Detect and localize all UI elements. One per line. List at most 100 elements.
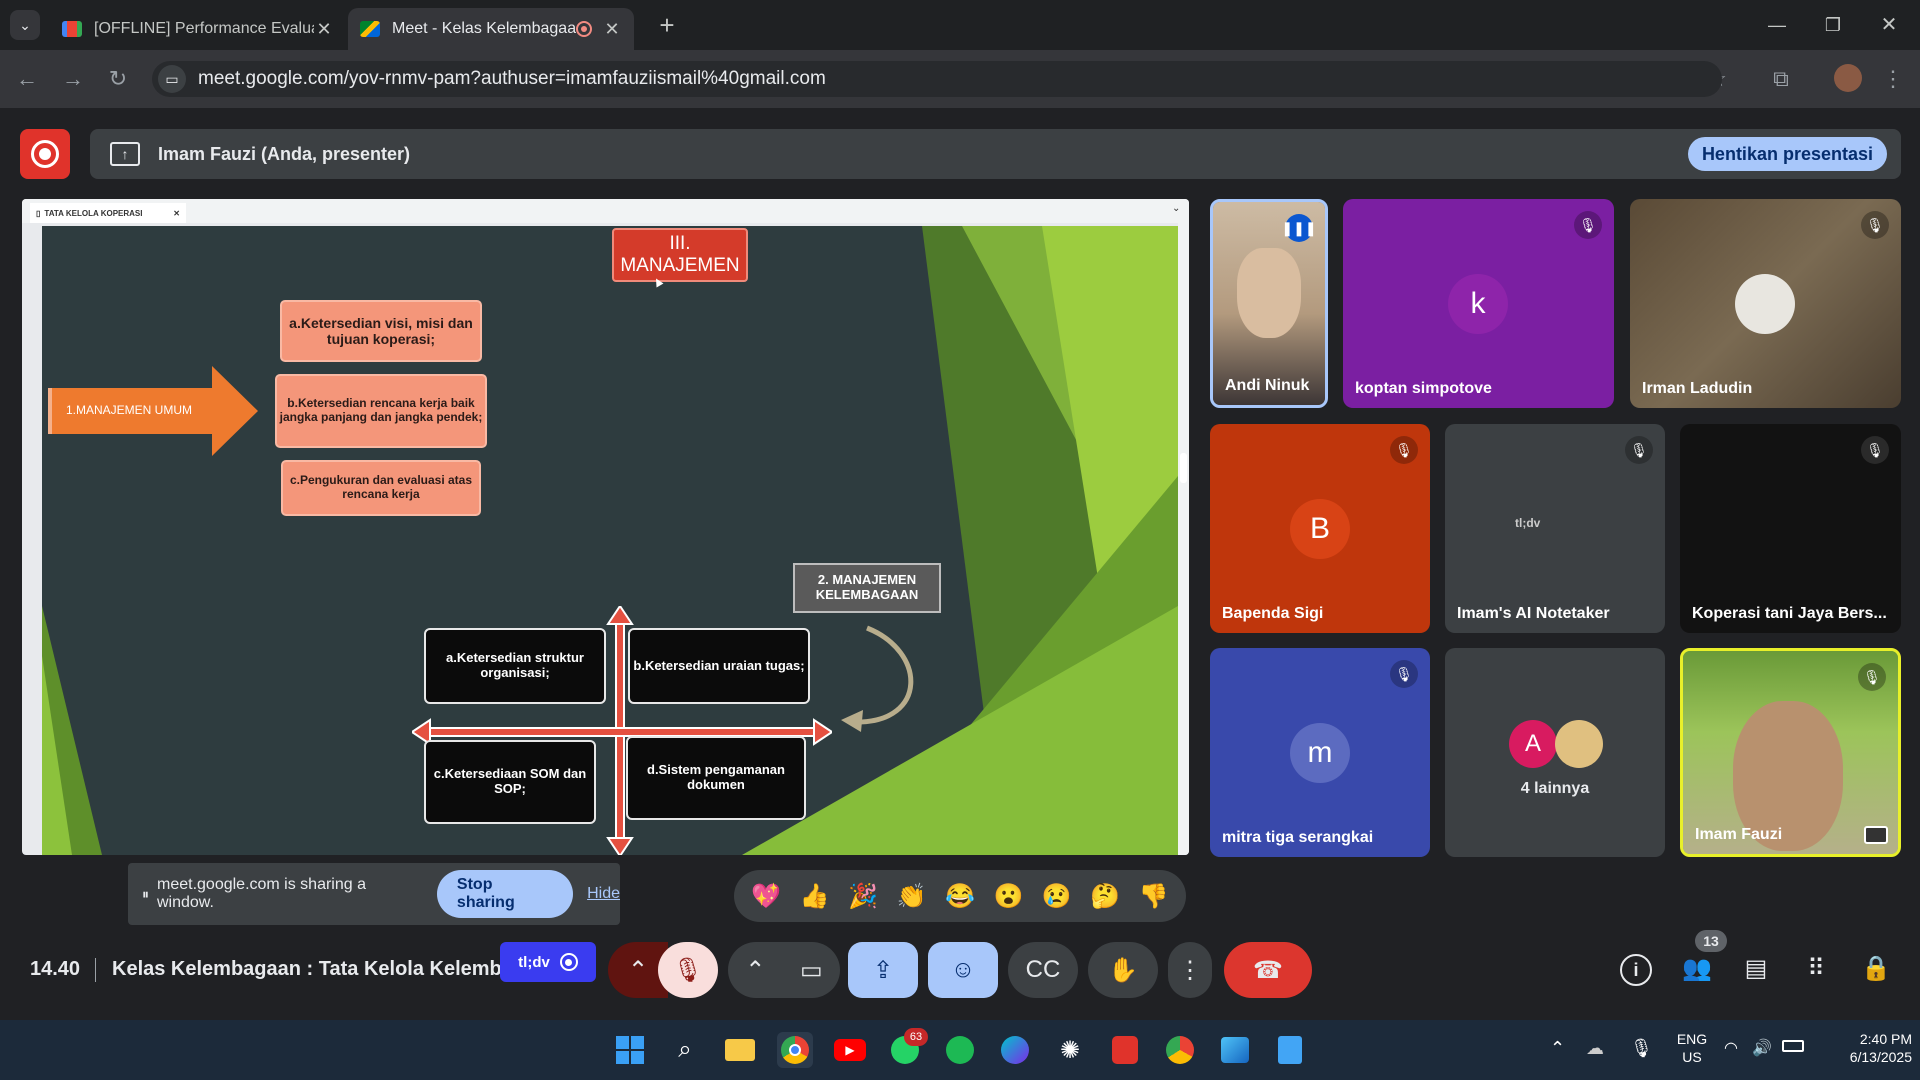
participant-tile[interactable]: 🎙 Imam Fauzi — [1680, 648, 1901, 857]
language-indicator[interactable]: ENG US — [1672, 1030, 1712, 1066]
meeting-info-button[interactable]: i — [1620, 954, 1652, 986]
close-icon[interactable]: ✕ — [314, 19, 334, 40]
slide-quad-a: a.Ketersedian struktur organisasi; — [424, 628, 606, 704]
start-icon[interactable] — [612, 1032, 648, 1068]
speaking-icon: ❚❚❚ — [1281, 214, 1317, 242]
tab-title: Meet - Kelas Kelembagaan — [392, 20, 576, 37]
close-icon[interactable]: ✕ — [602, 19, 622, 40]
restore-button[interactable]: ❐ — [1818, 10, 1848, 40]
tab-gmail[interactable]: [OFFLINE] Performance Evaluati ✕ — [50, 8, 346, 50]
search-icon[interactable]: ⌕ — [667, 1032, 703, 1068]
raise-hand-button[interactable]: ✋ — [1088, 942, 1158, 998]
participant-tile[interactable]: B 🎙 Bapenda Sigi — [1210, 424, 1430, 633]
reaction-laugh[interactable]: 😂 — [945, 882, 975, 911]
notepad-icon[interactable] — [1272, 1032, 1308, 1068]
mic-off-icon: 🎙 — [1858, 663, 1886, 691]
arrow-left-icon: ← — [16, 66, 38, 91]
participant-tile[interactable]: m 🎙 mitra tiga serangkai — [1210, 648, 1430, 857]
pip-icon[interactable] — [1864, 826, 1888, 844]
slide-scrollbar[interactable] — [1178, 223, 1189, 855]
onedrive-icon[interactable]: ☁ — [1586, 1038, 1604, 1059]
slide-title: III. MANAJEMEN — [612, 228, 748, 282]
stop-presenting-button[interactable]: Hentikan presentasi — [1687, 137, 1887, 171]
mic-off-icon: 🎙 — [1574, 211, 1602, 239]
reaction-party[interactable]: 🎉 — [848, 882, 878, 911]
arrow-right-icon: → — [62, 66, 84, 91]
youtube-icon[interactable]: ▶ — [832, 1032, 868, 1068]
system-clock[interactable]: 2:40 PM 6/13/2025 — [1812, 1030, 1912, 1066]
chrome-icon[interactable] — [777, 1032, 813, 1068]
meeting-clock: 14.40 — [30, 958, 81, 980]
participant-tile[interactable]: 🎙 Koperasi tani Jaya Bers... — [1680, 424, 1901, 633]
camera-icon: ▭ — [800, 956, 823, 984]
chat-button[interactable]: ▤ — [1740, 954, 1772, 986]
address-bar[interactable]: ▭ meet.google.com/yov-rnmv-pam?authuser=… — [152, 61, 1722, 97]
reaction-thumbs-up[interactable]: 👍 — [800, 882, 830, 911]
participant-tile[interactable]: tl;dv 🎙 Imam's AI Notetaker — [1445, 424, 1665, 633]
drag-handle-icon[interactable]: ⏸ — [142, 886, 149, 903]
volume-icon[interactable]: 🔊 — [1752, 1038, 1772, 1058]
stop-sharing-button[interactable]: Stop sharing — [436, 870, 574, 918]
captions-button[interactable]: CC — [1008, 942, 1078, 998]
slide-box-b: b.Ketersedian rencana kerja baik jangka … — [275, 374, 487, 448]
reload-icon: ↻ — [108, 66, 128, 91]
tab-meet[interactable]: Meet - Kelas Kelembagaan ✕ — [348, 8, 634, 50]
hide-link[interactable]: Hide — [587, 885, 620, 903]
microphone-tray-icon[interactable]: 🎙 — [1630, 1038, 1653, 1059]
recording-button[interactable] — [20, 129, 70, 179]
others-count: 4 lainnya — [1520, 780, 1590, 797]
spotify-icon[interactable] — [942, 1032, 978, 1068]
more-options-button[interactable]: ⋮ — [1168, 942, 1212, 998]
reload-button[interactable]: ↻ — [103, 64, 133, 94]
activities-button[interactable]: ⠿ — [1800, 954, 1832, 986]
video-options-button[interactable]: ⌃ ▭ — [728, 942, 840, 998]
file-explorer-icon[interactable] — [722, 1032, 758, 1068]
participant-tile[interactable]: k 🎙 koptan simpotove — [1343, 199, 1614, 408]
meet-icon — [360, 21, 380, 37]
reaction-clap[interactable]: 👏 — [897, 882, 927, 911]
others-tile[interactable]: A 4 lainnya — [1445, 648, 1665, 857]
record-icon — [31, 140, 59, 168]
reaction-surprised[interactable]: 😮 — [993, 882, 1023, 911]
forward-button[interactable]: → — [58, 64, 88, 94]
site-info-icon[interactable]: ▭ — [158, 65, 186, 93]
minimize-button[interactable]: — — [1762, 10, 1792, 40]
microphone-button[interactable]: 🎙 — [658, 942, 718, 998]
participant-tile[interactable]: 🎙 Irman Ladudin — [1630, 199, 1901, 408]
menu-button[interactable]: ⋮ — [1878, 64, 1908, 94]
shared-window-tabbar — [22, 199, 1189, 223]
reaction-sad[interactable]: 😢 — [1042, 882, 1072, 911]
chevron-up-icon: ⌃ — [745, 956, 766, 984]
photos-icon[interactable] — [1217, 1032, 1253, 1068]
tab-list-dropdown[interactable]: ⌄ — [10, 10, 40, 40]
battery-icon[interactable] — [1782, 1040, 1804, 1052]
reaction-heart[interactable]: 💖 — [751, 882, 781, 911]
url-text: meet.google.com/yov-rnmv-pam?authuser=im… — [198, 68, 826, 89]
profile-avatar[interactable] — [1834, 64, 1862, 92]
participant-tile[interactable]: ❚❚❚ Andi Ninuk — [1210, 199, 1328, 408]
system-time: 2:40 PM — [1859, 1031, 1912, 1047]
reaction-thinking[interactable]: 🤔 — [1090, 882, 1120, 911]
people-button[interactable]: 👥 — [1680, 954, 1714, 986]
wifi-icon[interactable]: ◠ — [1724, 1038, 1738, 1058]
tray-chevron-icon[interactable]: ⌃ — [1550, 1038, 1565, 1059]
mic-off-icon: 🎙 — [1861, 211, 1889, 239]
sharing-notice-text: meet.google.com is sharing a window. — [157, 876, 366, 911]
chrome-profile-icon[interactable] — [1162, 1032, 1198, 1068]
back-button[interactable]: ← — [12, 64, 42, 94]
close-window-button[interactable]: ✕ — [1874, 10, 1904, 40]
chatgpt-icon[interactable]: ✺ — [1052, 1032, 1088, 1068]
tldv-button[interactable]: tl;dv — [500, 942, 596, 982]
reaction-thumbs-down[interactable]: 👎 — [1139, 882, 1169, 911]
new-tab-button[interactable]: + — [652, 10, 682, 40]
emoji-button[interactable]: ☺ — [928, 942, 998, 998]
divider — [95, 958, 96, 982]
host-controls-button[interactable]: 🔒 — [1860, 954, 1892, 986]
canva-icon[interactable] — [997, 1032, 1033, 1068]
extensions-button[interactable]: ⧉ — [1766, 64, 1796, 94]
emoji-icon: ☺ — [950, 956, 976, 983]
acrobat-icon[interactable] — [1107, 1032, 1143, 1068]
present-button[interactable]: ⇪ — [848, 942, 918, 998]
leave-call-button[interactable]: ☎ — [1224, 942, 1312, 998]
participant-name: Bapenda Sigi — [1222, 605, 1324, 622]
